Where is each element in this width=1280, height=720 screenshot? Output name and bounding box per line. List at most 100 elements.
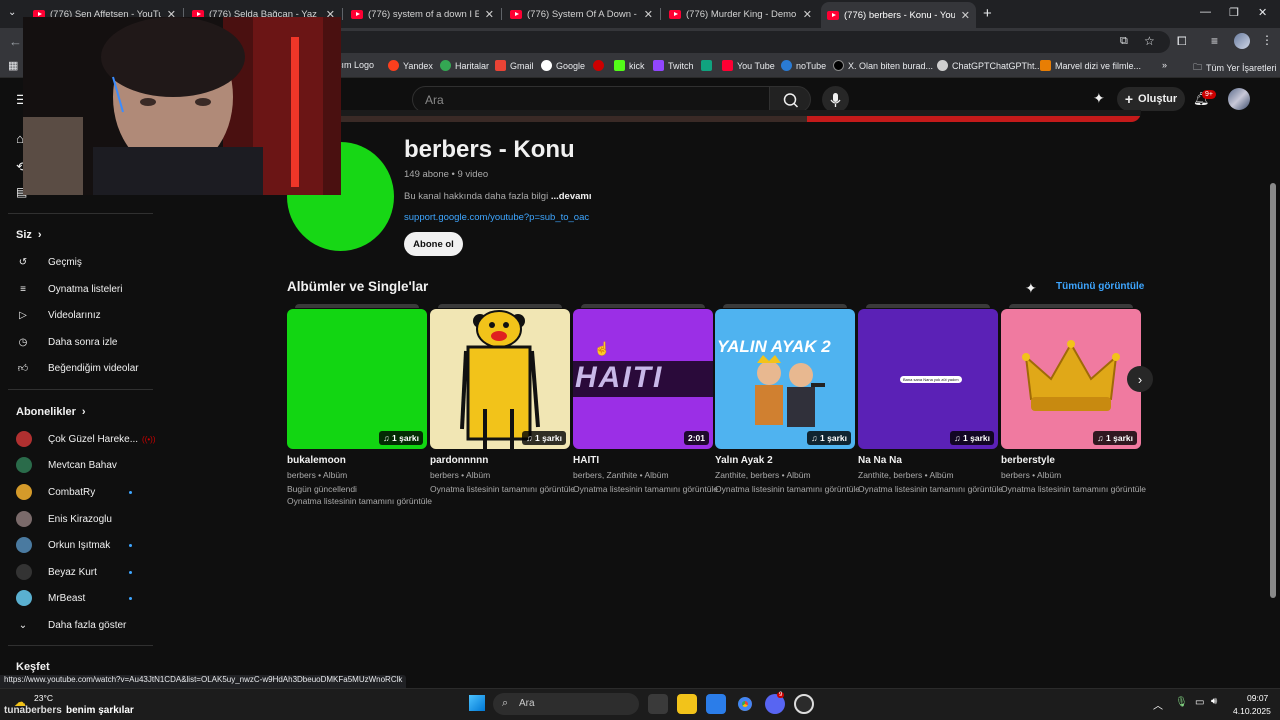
album-thumbnail[interactable]: ♫ 1 şarkı xyxy=(287,309,427,449)
new-tab-button[interactable]: + xyxy=(983,5,992,22)
view-full-playlist-link[interactable]: Oynatma listesinin tamamını görüntüle xyxy=(287,496,432,506)
bookmark-item[interactable] xyxy=(593,60,608,71)
channel-link[interactable]: support.google.com/youtube?p=sub_to_oac xyxy=(404,212,589,223)
bookmark-item[interactable]: kick xyxy=(614,60,645,71)
browser-menu-icon[interactable]: ⋮ xyxy=(1261,33,1273,47)
restore-icon[interactable]: ❐ xyxy=(1229,6,1239,19)
search-button[interactable] xyxy=(769,86,811,113)
page-scrollbar[interactable] xyxy=(1270,183,1276,598)
bookmark-item[interactable]: Yandex xyxy=(388,60,433,71)
album-title[interactable]: Yalın Ayak 2 xyxy=(715,455,773,466)
sidebar-you-heading[interactable]: Siz › xyxy=(16,229,42,241)
sidebar-item-liked-videos[interactable]: 👍︎ Beğendiğim videolar xyxy=(16,358,139,378)
album-title[interactable]: Na Na Na xyxy=(858,455,902,466)
album-title[interactable]: pardonnnnn xyxy=(430,455,488,466)
taskbar-search-input[interactable]: Ara xyxy=(493,693,639,715)
sidebar-item-your-videos[interactable]: ▷ Videolarınız xyxy=(16,305,101,325)
tray-overflow-icon[interactable]: ︿ xyxy=(1153,697,1163,712)
channel-description[interactable]: Bu kanal hakkında daha fazla bilgi ...de… xyxy=(404,191,592,202)
close-tab-icon[interactable]: ✕ xyxy=(644,8,653,21)
close-tab-icon[interactable]: ✕ xyxy=(485,8,494,21)
windows-start-icon[interactable] xyxy=(469,695,485,711)
volume-icon[interactable]: 🔊︎ xyxy=(1211,696,1217,707)
search-input[interactable]: Ara xyxy=(412,86,770,113)
album-title[interactable]: bukalemoon xyxy=(287,455,346,466)
sidebar-item-subscription[interactable]: Orkun Işıtmak xyxy=(16,535,110,555)
task-view-icon[interactable] xyxy=(648,694,668,714)
subscribe-button[interactable]: Abone ol xyxy=(404,232,463,256)
bookmark-item[interactable]: Gmail xyxy=(495,60,534,71)
album-title[interactable]: HAITI xyxy=(573,455,599,466)
create-button[interactable]: + Oluştur xyxy=(1117,87,1185,111)
carousel-next-button[interactable]: › xyxy=(1127,366,1153,392)
sidebar-item-subscription[interactable]: MrBeast xyxy=(16,588,85,608)
apps-grid-icon[interactable]: ▦ xyxy=(8,59,18,72)
browser-tab-active[interactable]: (776) berbers - Konu - YouTube ✕ xyxy=(821,2,976,28)
bookmark-item[interactable]: Marvel dizi ve filmle... xyxy=(1040,60,1141,71)
store-icon[interactable] xyxy=(706,694,726,714)
back-icon[interactable]: ← xyxy=(9,34,22,49)
bookmark-item[interactable]: Google xyxy=(541,60,585,71)
shuffle-icon[interactable]: ✦ xyxy=(1025,280,1037,297)
network-icon[interactable]: ▭ xyxy=(1195,697,1204,708)
bookmark-item[interactable]: noTube xyxy=(781,60,826,71)
clock-date[interactable]: 4.10.2025 xyxy=(1233,706,1271,716)
view-full-playlist-link[interactable]: Oynatma listesinin tamamını görüntüle xyxy=(715,484,860,494)
bookmark-item[interactable]: Haritalar xyxy=(440,60,489,71)
view-full-playlist-link[interactable]: Oynatma listesinin tamamını görüntüle xyxy=(1001,484,1146,494)
sidebar-show-more[interactable]: ⌄ Daha fazla göster xyxy=(16,615,127,635)
badge-label: 1 şarkı xyxy=(820,433,847,443)
weather-temp[interactable]: 23°C xyxy=(34,693,53,703)
close-tab-icon[interactable]: ✕ xyxy=(803,8,812,21)
tab-search-dropdown-icon[interactable]: ⌄ xyxy=(8,7,16,18)
sidebar-item-playlists[interactable]: ≡ Oynatma listeleri xyxy=(16,279,122,299)
bookmark-item[interactable]: Twitch xyxy=(653,60,694,71)
sidebar-item-watch-later[interactable]: ◷ Daha sonra izle xyxy=(16,332,118,352)
sidebar-item-subscription[interactable]: Çok Güzel Hareke... ((•)) xyxy=(16,429,156,449)
view-all-link[interactable]: Tümünü görüntüle xyxy=(1056,281,1144,292)
view-full-playlist-link[interactable]: Oynatma listesinin tamamını görüntüle xyxy=(430,484,575,494)
extensions-icon[interactable]: ⧠ xyxy=(1177,34,1187,49)
chrome-icon[interactable] xyxy=(735,694,755,714)
bookmark-item[interactable]: ChatGPTChatGPTht... xyxy=(937,60,1042,71)
mouse-cursor-icon: ☝ xyxy=(594,341,611,356)
sidebar-subscriptions-heading[interactable]: Abonelikler › xyxy=(16,406,86,418)
album-thumbnail[interactable]: ♫ 1 şarkı xyxy=(430,309,570,449)
album-title[interactable]: berberstyle xyxy=(1001,455,1055,466)
view-full-playlist-link[interactable]: Oynatma listesinin tamamını görüntüle xyxy=(858,484,1003,494)
file-explorer-icon[interactable] xyxy=(677,694,697,714)
sidebar-item-subscription[interactable]: Enis Kirazoglu xyxy=(16,509,112,529)
bookmark-item[interactable]: X. Olan biten burad... xyxy=(833,60,933,71)
bookmark-item[interactable] xyxy=(701,60,716,71)
clock-time[interactable]: 09:07 xyxy=(1247,693,1268,703)
browser-tab[interactable]: (776) system of a down I E A I A ✕ xyxy=(345,2,500,26)
bookmarks-overflow-button[interactable]: » xyxy=(1162,60,1167,70)
sidebar-item-subscription[interactable]: Beyaz Kurt xyxy=(16,562,97,582)
media-control-icon[interactable]: ≡ xyxy=(1211,34,1218,48)
browser-tab[interactable]: (776) Murder King - Demokrasi ✕ xyxy=(663,2,818,26)
profile-avatar-icon[interactable] xyxy=(1234,33,1250,49)
sidebar-item-subscription[interactable]: Mevtcan Bahav xyxy=(16,455,117,475)
sidebar-item-history[interactable]: ↺ Geçmiş xyxy=(16,252,82,272)
album-thumbnail[interactable]: ♫ 1 şarkı xyxy=(1001,309,1141,449)
album-thumbnail[interactable]: Bana sana Nana yok züt yadım ♫ 1 şarkı xyxy=(858,309,998,449)
bookmark-star-icon[interactable]: ☆ xyxy=(1144,34,1155,48)
cast-sparkle-icon[interactable]: ✦ xyxy=(1093,90,1105,107)
microphone-tray-icon[interactable]: 🎙︎ xyxy=(1175,697,1188,708)
more-link[interactable]: ...devamı xyxy=(551,191,592,202)
close-window-icon[interactable]: ✕ xyxy=(1258,6,1267,19)
install-app-icon[interactable]: ⧉ xyxy=(1120,35,1128,48)
close-tab-icon[interactable]: ✕ xyxy=(961,9,970,22)
address-bar[interactable]: ⧉ ☆ xyxy=(330,31,1170,53)
app-icon[interactable] xyxy=(794,694,814,714)
sidebar-item-subscription[interactable]: CombatRy xyxy=(16,482,95,502)
bookmark-item[interactable]: You Tube xyxy=(722,60,775,71)
all-bookmarks-folder[interactable]: 🗀 Tüm Yer İşaretleri xyxy=(1193,60,1277,76)
view-full-playlist-link[interactable]: Oynatma listesinin tamamını görüntüle xyxy=(573,484,718,494)
album-thumbnail[interactable]: YALIN AYAK 2 ♫ 1 şarkı xyxy=(715,309,855,449)
minimize-icon[interactable]: — xyxy=(1200,6,1211,18)
album-thumbnail[interactable]: HAITI 2:01 xyxy=(573,309,713,449)
voice-search-button[interactable] xyxy=(822,86,849,113)
account-avatar[interactable] xyxy=(1228,88,1250,110)
browser-tab[interactable]: (776) System Of A Down - I-E-A ✕ xyxy=(504,2,659,26)
